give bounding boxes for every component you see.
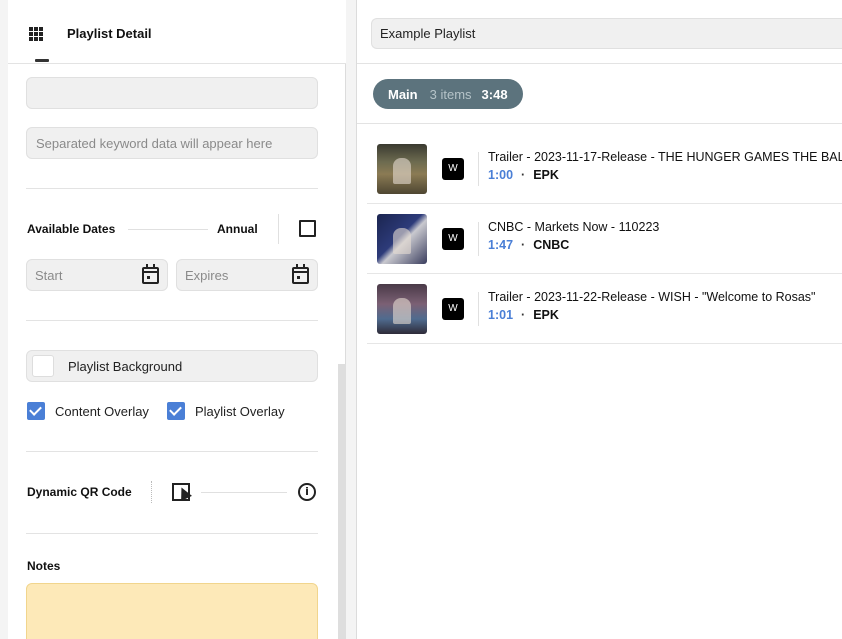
playlist-background-label: Playlist Background — [68, 358, 183, 374]
start-date-field[interactable]: Start — [26, 259, 168, 291]
row-separator — [151, 481, 152, 503]
start-date-placeholder: Start — [35, 267, 63, 283]
playlist-overlay-checkbox[interactable] — [167, 402, 185, 420]
item-source: EPK — [533, 308, 559, 322]
background-color-swatch[interactable] — [32, 355, 54, 377]
keywords-label-partial — [35, 57, 55, 63]
panel-title: Playlist Detail — [67, 26, 152, 41]
item-title: Trailer - 2023-11-22-Release - WISH - "W… — [488, 290, 816, 304]
item-duration: 1:00 — [488, 168, 514, 182]
item-separator — [478, 222, 479, 256]
divider — [26, 533, 318, 534]
divider — [26, 320, 318, 321]
row-separator — [278, 214, 279, 244]
w-badge-icon: W — [442, 158, 464, 180]
expires-date-field[interactable]: Expires — [176, 259, 318, 291]
w-badge-icon: W — [442, 228, 464, 250]
dynamic-qr-label: Dynamic QR Code — [27, 485, 132, 499]
playlist-items-panel: Example Playlist Main 3 items 3:48 W Tra… — [356, 0, 842, 639]
divider — [26, 451, 318, 452]
item-separator — [478, 292, 479, 326]
calendar-icon[interactable] — [142, 263, 159, 284]
scrollbar[interactable] — [338, 364, 346, 639]
playlist-background-field[interactable]: Playlist Background — [26, 350, 318, 382]
meta-dot: · — [521, 168, 526, 182]
playlist-tab-bar: Main 3 items 3:48 — [357, 64, 842, 124]
item-duration: 1:01 — [488, 308, 514, 322]
item-source: EPK — [533, 168, 559, 182]
playlist-header: Example Playlist — [357, 0, 842, 64]
info-icon[interactable]: i — [298, 483, 316, 501]
item-title: CNBC - Markets Now - 110223 — [488, 220, 660, 234]
item-duration: 1:47 — [488, 238, 514, 252]
divider — [26, 188, 318, 189]
separated-keywords-field: Separated keyword data will appear here — [26, 127, 318, 159]
playlist-detail-panel: Playlist Detail Separated keyword data w… — [8, 0, 346, 639]
video-thumbnail — [377, 214, 427, 264]
keywords-input[interactable] — [26, 77, 318, 109]
item-title: Trailer - 2023-11-17-Release - THE HUNGE… — [488, 150, 842, 164]
playlist-name-input[interactable]: Example Playlist — [371, 18, 842, 49]
item-meta: 1:47 · CNBC — [488, 238, 569, 252]
calendar-icon[interactable] — [292, 263, 309, 284]
tab-duration: 3:48 — [481, 86, 508, 102]
meta-dot: · — [521, 238, 526, 252]
available-dates-label: Available Dates — [27, 222, 116, 236]
item-meta: 1:00 · EPK — [488, 168, 559, 182]
item-separator — [478, 152, 479, 186]
item-source: CNBC — [533, 238, 570, 252]
row-line — [128, 229, 208, 230]
video-thumbnail — [377, 144, 427, 194]
notes-label: Notes — [27, 559, 61, 573]
playlist-item[interactable]: W Trailer - 2023-11-17-Release - THE HUN… — [367, 134, 842, 204]
annual-checkbox[interactable] — [299, 220, 316, 237]
row-line — [201, 492, 287, 493]
w-badge-icon: W — [442, 298, 464, 320]
apps-grid-icon[interactable] — [29, 27, 43, 41]
playlist-overlay-label: Playlist Overlay — [195, 404, 285, 419]
content-overlay-checkbox[interactable] — [27, 402, 45, 420]
tab-item-count: 3 items — [429, 86, 472, 102]
playlist-item[interactable]: W CNBC - Markets Now - 110223 1:47 · CNBC — [367, 204, 842, 274]
content-overlay-label: Content Overlay — [55, 404, 149, 419]
playlist-item[interactable]: W Trailer - 2023-11-22-Release - WISH - … — [367, 274, 842, 344]
tab-main[interactable]: Main 3 items 3:48 — [373, 79, 523, 109]
notes-textarea[interactable] — [26, 583, 318, 639]
expires-date-placeholder: Expires — [185, 267, 229, 283]
panel-header: Playlist Detail — [8, 0, 346, 64]
video-thumbnail — [377, 284, 427, 334]
meta-dot: · — [521, 308, 526, 322]
annual-label: Annual — [217, 222, 258, 236]
item-meta: 1:01 · EPK — [488, 308, 559, 322]
tab-name: Main — [388, 86, 418, 102]
